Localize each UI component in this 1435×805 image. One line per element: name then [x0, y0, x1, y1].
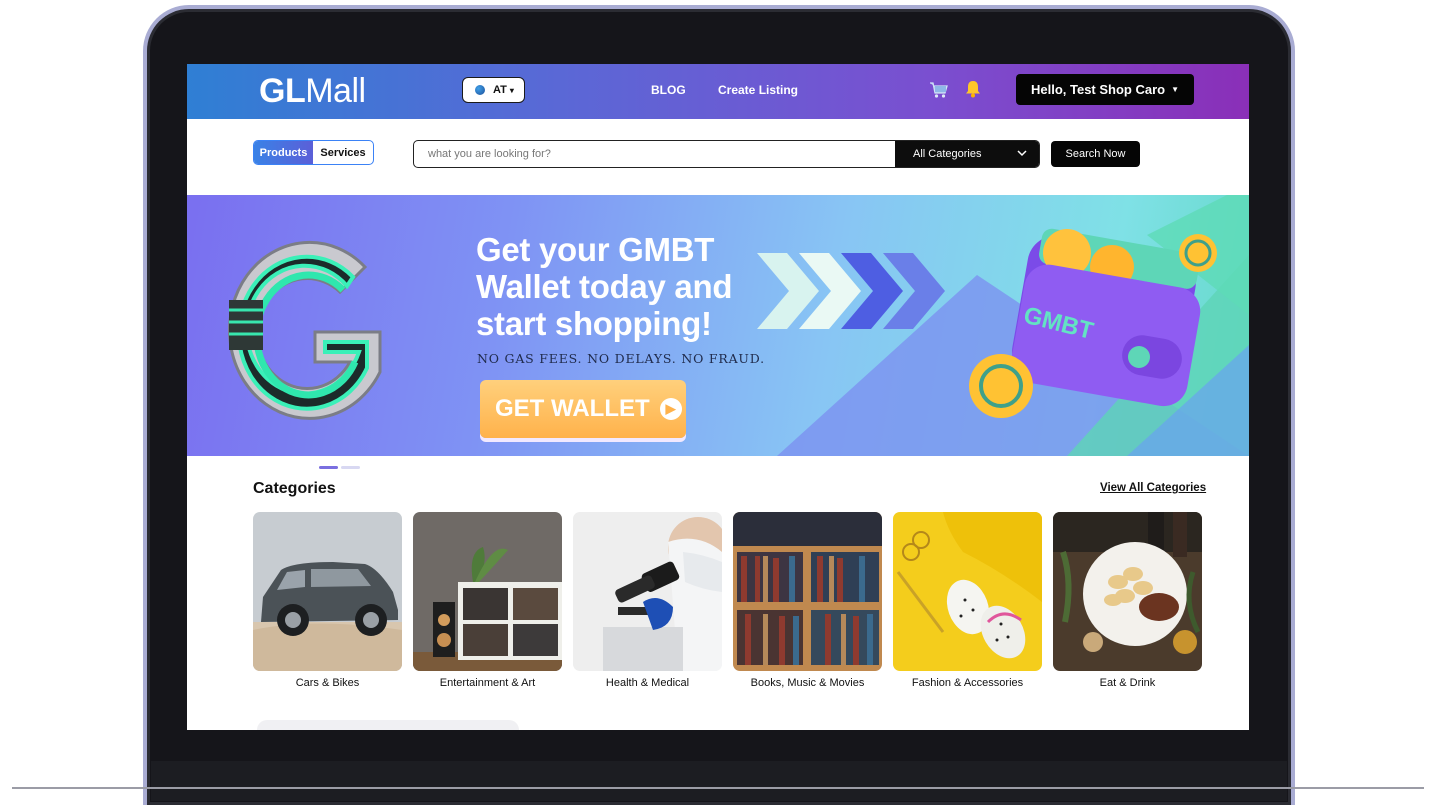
toggle-products[interactable]: Products: [254, 141, 313, 164]
glmall-logo[interactable]: GLMall: [259, 72, 366, 111]
nav-create-listing-link[interactable]: Create Listing: [718, 83, 798, 97]
logo-regular: Mall: [305, 72, 366, 110]
category-card-books-music-movies[interactable]: Books, Music & Movies: [733, 512, 882, 689]
category-image-bookshelf[interactable]: [733, 512, 882, 671]
category-card-eat-drink[interactable]: Eat & Drink: [1053, 512, 1202, 689]
bell-icon[interactable]: [965, 80, 981, 98]
category-image-dragon-fruit[interactable]: [893, 512, 1042, 671]
gmbt-logo-g-icon: [228, 240, 382, 420]
get-wallet-button[interactable]: GET WALLET ▶: [480, 380, 686, 438]
section-tabs-placeholder: [257, 720, 519, 730]
category-label: Health & Medical: [605, 677, 690, 689]
category-select[interactable]: All Categories: [895, 141, 1039, 167]
category-image-car[interactable]: [253, 512, 402, 671]
top-navbar: GLMall AT ▾ BLOG Create Listing Hello, T…: [187, 64, 1249, 119]
country-selector[interactable]: AT ▾: [462, 77, 525, 103]
nav-blog-link[interactable]: BLOG: [651, 83, 686, 97]
arrow-right-icon: ▶: [659, 398, 682, 420]
laptop-bezel-bottom: [151, 761, 1287, 801]
caret-down-icon: ▾: [509, 85, 514, 95]
user-greeting: Hello, Test Shop Caro: [1030, 82, 1166, 97]
banner-subtitle: NO GAS FEES. NO DELAYS. NO FRAUD.: [477, 351, 765, 366]
globe-icon: [475, 85, 485, 95]
carousel-dot-active[interactable]: [319, 466, 338, 469]
cart-icon[interactable]: [929, 81, 949, 99]
category-card-health-medical[interactable]: Health & Medical: [573, 512, 722, 689]
browser-screen: GLMall AT ▾ BLOG Create Listing Hello, T…: [187, 64, 1249, 730]
category-label: Eat & Drink: [1099, 677, 1156, 689]
banner-title: Get your GMBT Wallet today and start sho…: [476, 231, 733, 342]
carousel-indicators: [319, 466, 360, 469]
category-image-steak-plate[interactable]: [1053, 512, 1202, 671]
caret-down-icon: ▼: [1171, 85, 1180, 94]
category-card-cars-bikes[interactable]: Cars & Bikes: [253, 512, 402, 689]
category-grid: Cars & Bikes Entertainment & Art Health …: [253, 512, 1202, 689]
category-image-vinyl-shelf[interactable]: [413, 512, 562, 671]
toggle-services[interactable]: Services: [313, 141, 373, 164]
chevron-down-icon: [1017, 150, 1027, 157]
promo-banner[interactable]: GMBT Get your GMBT Wallet today and star…: [187, 195, 1249, 456]
get-wallet-label: GET WALLET: [495, 395, 650, 422]
search-bar: All Categories: [413, 140, 1040, 168]
category-select-value: All Categories: [913, 148, 982, 160]
products-services-toggle: Products Services: [253, 140, 374, 165]
search-now-button[interactable]: Search Now: [1051, 141, 1140, 167]
category-card-entertainment-art[interactable]: Entertainment & Art: [413, 512, 562, 689]
carousel-dot[interactable]: [341, 466, 360, 469]
logo-bold: GL: [259, 72, 306, 110]
category-card-fashion-accessories[interactable]: Fashion & Accessories: [893, 512, 1042, 689]
category-label: Cars & Bikes: [295, 677, 360, 689]
view-all-categories-link[interactable]: View All Categories: [1100, 482, 1206, 494]
categories-heading: Categories: [253, 480, 336, 497]
search-input[interactable]: [414, 141, 896, 167]
country-code: AT: [493, 84, 507, 96]
category-label: Fashion & Accessories: [911, 677, 1024, 689]
category-label: Entertainment & Art: [439, 677, 536, 689]
category-label: Books, Music & Movies: [750, 677, 865, 689]
category-image-microscope[interactable]: [573, 512, 722, 671]
user-menu-button[interactable]: Hello, Test Shop Caro ▼: [1016, 74, 1194, 105]
